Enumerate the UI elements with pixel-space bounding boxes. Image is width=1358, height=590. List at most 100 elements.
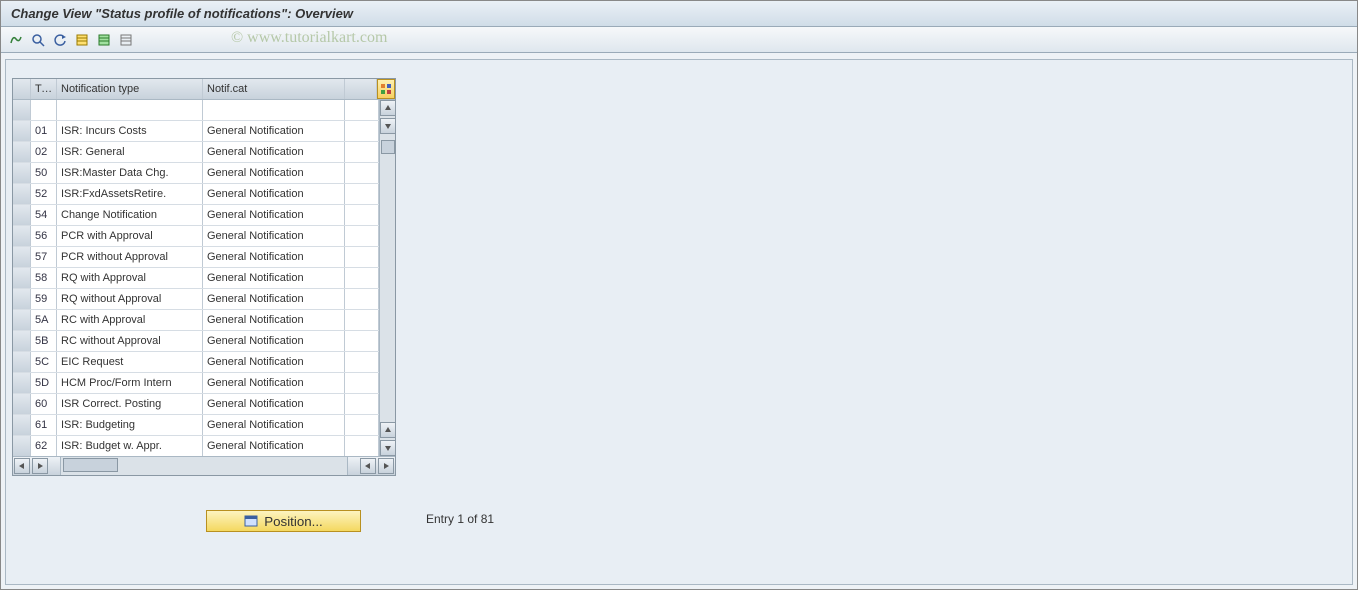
row-selector[interactable] — [13, 247, 31, 267]
cell-notif-cat[interactable]: General Notification — [203, 331, 345, 351]
scroll-down-button-bottom[interactable] — [380, 440, 395, 456]
cell-notif-cat[interactable]: General Notification — [203, 394, 345, 414]
row-selector[interactable] — [13, 394, 31, 414]
row-selector[interactable] — [13, 289, 31, 309]
cell-typ[interactable]: 50 — [31, 163, 57, 183]
scroll-right-button[interactable] — [32, 458, 48, 474]
cell-notification-type[interactable]: RC without Approval — [57, 331, 203, 351]
cell-notification-type[interactable]: ISR:FxdAssetsRetire. — [57, 184, 203, 204]
column-header-selector[interactable] — [13, 79, 31, 99]
cell-typ[interactable]: 56 — [31, 226, 57, 246]
table-row[interactable]: 54Change NotificationGeneral Notificatio… — [13, 205, 379, 226]
cell-notification-type[interactable]: ISR: Incurs Costs — [57, 121, 203, 141]
cell-notif-cat[interactable]: General Notification — [203, 415, 345, 435]
cell-notification-type[interactable]: PCR with Approval — [57, 226, 203, 246]
table-row[interactable]: 59RQ without ApprovalGeneral Notificatio… — [13, 289, 379, 310]
cell-notification-type[interactable]: RQ with Approval — [57, 268, 203, 288]
cell-notification-type[interactable]: HCM Proc/Form Intern — [57, 373, 203, 393]
scroll-up-button[interactable] — [380, 100, 395, 116]
cell-typ[interactable]: 01 — [31, 121, 57, 141]
cell-notification-type[interactable]: RC with Approval — [57, 310, 203, 330]
row-selector[interactable] — [13, 310, 31, 330]
row-selector[interactable] — [13, 184, 31, 204]
find-icon[interactable] — [29, 31, 47, 49]
scroll-down-button[interactable] — [380, 118, 395, 134]
cell-typ[interactable]: 60 — [31, 394, 57, 414]
cell-notif-cat[interactable]: General Notification — [203, 352, 345, 372]
table-row[interactable]: 61ISR: BudgetingGeneral Notification — [13, 415, 379, 436]
column-header-notification-type[interactable]: Notification type — [57, 79, 203, 99]
select-block-icon[interactable] — [95, 31, 113, 49]
horizontal-scrollbar[interactable] — [13, 456, 395, 475]
cell-notif-cat[interactable]: General Notification — [203, 268, 345, 288]
row-selector[interactable] — [13, 352, 31, 372]
table-row[interactable]: 5CEIC RequestGeneral Notification — [13, 352, 379, 373]
table-row[interactable]: 5ARC with ApprovalGeneral Notification — [13, 310, 379, 331]
table-row[interactable]: 02ISR: GeneralGeneral Notification — [13, 142, 379, 163]
cell-notification-type[interactable]: RQ without Approval — [57, 289, 203, 309]
table-row[interactable] — [13, 100, 379, 121]
cell-typ[interactable]: 5D — [31, 373, 57, 393]
cell-notif-cat[interactable]: General Notification — [203, 436, 345, 456]
table-row[interactable]: 60ISR Correct. PostingGeneral Notificati… — [13, 394, 379, 415]
table-settings-button[interactable] — [377, 79, 395, 99]
cell-notification-type[interactable]: ISR Correct. Posting — [57, 394, 203, 414]
row-selector[interactable] — [13, 415, 31, 435]
column-header-typ[interactable]: Typ — [31, 79, 57, 99]
scroll-right-end-button[interactable] — [378, 458, 394, 474]
cell-notif-cat[interactable]: General Notification — [203, 310, 345, 330]
cell-notification-type[interactable]: PCR without Approval — [57, 247, 203, 267]
cell-typ[interactable]: 5C — [31, 352, 57, 372]
cell-notif-cat[interactable]: General Notification — [203, 121, 345, 141]
row-selector[interactable] — [13, 205, 31, 225]
scroll-left-end-button[interactable] — [360, 458, 376, 474]
table-row[interactable]: 52ISR:FxdAssetsRetire.General Notificati… — [13, 184, 379, 205]
row-selector[interactable] — [13, 163, 31, 183]
row-selector[interactable] — [13, 142, 31, 162]
table-row[interactable]: 5BRC without ApprovalGeneral Notificatio… — [13, 331, 379, 352]
table-row[interactable]: 5DHCM Proc/Form InternGeneral Notificati… — [13, 373, 379, 394]
position-button[interactable]: Position... — [206, 510, 361, 532]
cell-notification-type[interactable]: Change Notification — [57, 205, 203, 225]
cell-typ[interactable]: 62 — [31, 436, 57, 456]
row-selector[interactable] — [13, 373, 31, 393]
cell-notif-cat[interactable]: General Notification — [203, 247, 345, 267]
scroll-up-button-bottom[interactable] — [380, 422, 395, 438]
row-selector[interactable] — [13, 331, 31, 351]
scroll-thumb[interactable] — [381, 140, 395, 154]
other-view-icon[interactable] — [7, 31, 25, 49]
cell-notification-type[interactable] — [57, 100, 203, 120]
hscroll-thumb[interactable] — [63, 458, 118, 472]
row-selector[interactable] — [13, 436, 31, 456]
cell-typ[interactable]: 57 — [31, 247, 57, 267]
cell-notif-cat[interactable]: General Notification — [203, 289, 345, 309]
undo-icon[interactable] — [51, 31, 69, 49]
select-all-icon[interactable] — [73, 31, 91, 49]
vertical-scrollbar[interactable] — [379, 100, 395, 456]
cell-notif-cat[interactable]: General Notification — [203, 205, 345, 225]
cell-notif-cat[interactable] — [203, 100, 345, 120]
row-selector[interactable] — [13, 226, 31, 246]
cell-notification-type[interactable]: ISR: General — [57, 142, 203, 162]
cell-typ[interactable]: 5B — [31, 331, 57, 351]
cell-notif-cat[interactable]: General Notification — [203, 373, 345, 393]
cell-notif-cat[interactable]: General Notification — [203, 163, 345, 183]
table-row[interactable]: 58RQ with ApprovalGeneral Notification — [13, 268, 379, 289]
row-selector[interactable] — [13, 268, 31, 288]
cell-typ[interactable]: 54 — [31, 205, 57, 225]
table-row[interactable]: 62ISR: Budget w. Appr.General Notificati… — [13, 436, 379, 456]
cell-notification-type[interactable]: ISR: Budgeting — [57, 415, 203, 435]
table-row[interactable]: 57PCR without ApprovalGeneral Notificati… — [13, 247, 379, 268]
table-row[interactable]: 50ISR:Master Data Chg.General Notificati… — [13, 163, 379, 184]
hscroll-track[interactable] — [61, 457, 347, 475]
cell-notification-type[interactable]: ISR:Master Data Chg. — [57, 163, 203, 183]
cell-typ[interactable]: 59 — [31, 289, 57, 309]
cell-typ[interactable]: 02 — [31, 142, 57, 162]
scroll-left-button[interactable] — [14, 458, 30, 474]
row-selector[interactable] — [13, 100, 31, 120]
cell-notif-cat[interactable]: General Notification — [203, 184, 345, 204]
cell-typ[interactable]: 61 — [31, 415, 57, 435]
row-selector[interactable] — [13, 121, 31, 141]
cell-typ[interactable]: 52 — [31, 184, 57, 204]
table-row[interactable]: 01ISR: Incurs CostsGeneral Notification — [13, 121, 379, 142]
